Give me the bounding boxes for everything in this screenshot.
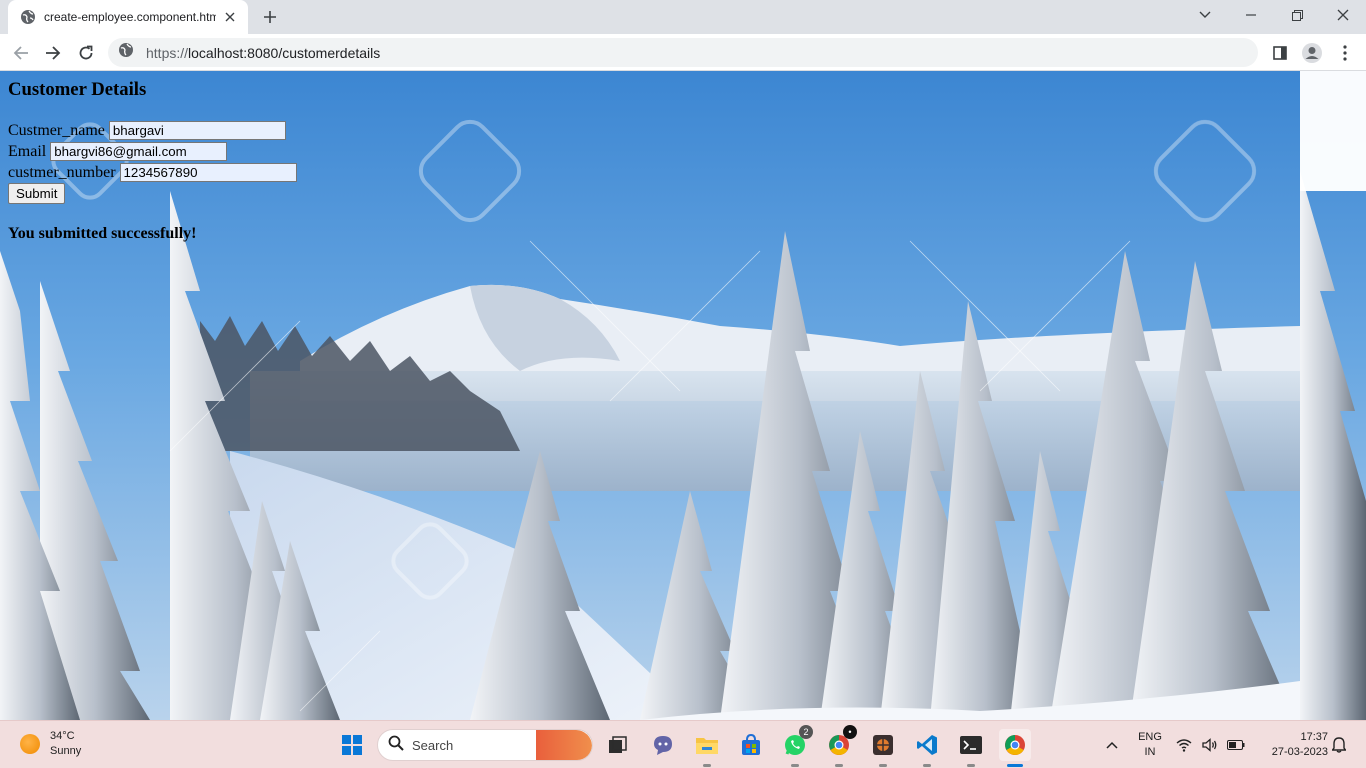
tab-search-chevron-icon[interactable] (1182, 0, 1228, 30)
search-icon (388, 735, 404, 756)
submit-button[interactable]: Submit (8, 183, 66, 204)
app-icon[interactable] (867, 729, 899, 767)
ms-store-icon[interactable] (735, 729, 767, 761)
taskbar: 34°C Sunny Search 2 • ENG IN 17:37 27-03… (0, 720, 1366, 768)
side-panel-icon[interactable] (1266, 39, 1294, 67)
terminal-icon[interactable] (955, 729, 987, 767)
wifi-icon[interactable] (1172, 729, 1196, 761)
menu-kebab-icon[interactable] (1331, 39, 1359, 67)
whatsapp-badge: 2 (799, 725, 813, 739)
address-bar[interactable]: https://localhost:8080/customerdetails (108, 38, 1258, 67)
running-indicator (703, 764, 711, 767)
new-tab-button[interactable] (258, 5, 282, 29)
task-view-icon[interactable] (602, 729, 634, 761)
tab-title: create-employee.component.htm (44, 10, 216, 24)
teams-chat-icon[interactable] (647, 729, 679, 761)
taskbar-search[interactable]: Search (377, 729, 593, 761)
whatsapp-icon[interactable]: 2 (779, 725, 813, 767)
customer-form: Customer Details Custmer_name Email cust… (8, 79, 297, 243)
browser-tab[interactable]: create-employee.component.htm (8, 0, 248, 34)
weather-desc: Sunny (50, 745, 82, 757)
forward-button[interactable] (39, 39, 67, 67)
number-row: custmer_number (8, 162, 297, 183)
language-line2: IN (1144, 746, 1156, 758)
running-indicator (967, 764, 975, 767)
customer-number-input[interactable] (119, 163, 297, 182)
active-indicator (1007, 764, 1023, 767)
language-indicator[interactable]: ENG IN (1134, 730, 1166, 760)
battery-icon[interactable] (1224, 729, 1248, 761)
name-label: Custmer_name (8, 121, 105, 139)
name-row: Custmer_name (8, 120, 297, 141)
minimize-button[interactable] (1228, 0, 1274, 30)
email-label: Email (8, 142, 47, 160)
running-indicator (835, 764, 843, 767)
browser-toolbar: https://localhost:8080/customerdetails (0, 34, 1366, 71)
running-indicator (791, 764, 799, 767)
tab-strip: create-employee.component.htm (0, 0, 1366, 34)
clock-date: 27-03-2023 (1271, 746, 1328, 758)
clock-time: 17:37 (1300, 731, 1328, 743)
email-input[interactable] (50, 142, 228, 161)
email-row: Email (8, 141, 297, 162)
url-text: https://localhost:8080/customerdetails (146, 44, 381, 61)
language-line1: ENG (1138, 731, 1162, 743)
clock[interactable]: 17:37 27-03-2023 (1256, 730, 1328, 760)
file-explorer-icon[interactable] (691, 729, 723, 767)
chrome-profile-icon[interactable]: • (823, 725, 857, 767)
chrome-profile-badge-icon: • (843, 725, 857, 739)
success-message: You submitted successfully! (8, 225, 197, 242)
search-highlight-icon (536, 730, 592, 760)
running-indicator (879, 764, 887, 767)
number-label: custmer_number (8, 163, 116, 181)
chrome-active-icon[interactable] (999, 729, 1031, 767)
sun-icon (20, 734, 40, 754)
weather-widget[interactable]: 34°C Sunny (20, 729, 81, 759)
close-window-button[interactable] (1320, 0, 1366, 30)
restore-button[interactable] (1274, 0, 1320, 30)
reload-button[interactable] (72, 39, 100, 67)
notification-bell-icon[interactable] (1328, 729, 1350, 761)
start-button[interactable] (336, 729, 368, 761)
site-info-icon[interactable] (118, 42, 134, 63)
running-indicator (923, 764, 931, 767)
close-tab-icon[interactable] (220, 7, 240, 27)
page-content: Customer Details Custmer_name Email cust… (0, 71, 1366, 720)
back-button[interactable] (7, 39, 35, 67)
volume-icon[interactable] (1198, 729, 1222, 761)
weather-temp: 34°C (50, 730, 75, 742)
globe-icon (20, 9, 36, 25)
page-title: Customer Details (8, 79, 147, 100)
customer-name-input[interactable] (108, 121, 286, 140)
profile-avatar-icon[interactable] (1298, 39, 1326, 67)
show-hidden-icons-chevron-icon[interactable] (1096, 729, 1128, 761)
search-placeholder: Search (412, 737, 454, 753)
vscode-icon[interactable] (911, 729, 943, 767)
